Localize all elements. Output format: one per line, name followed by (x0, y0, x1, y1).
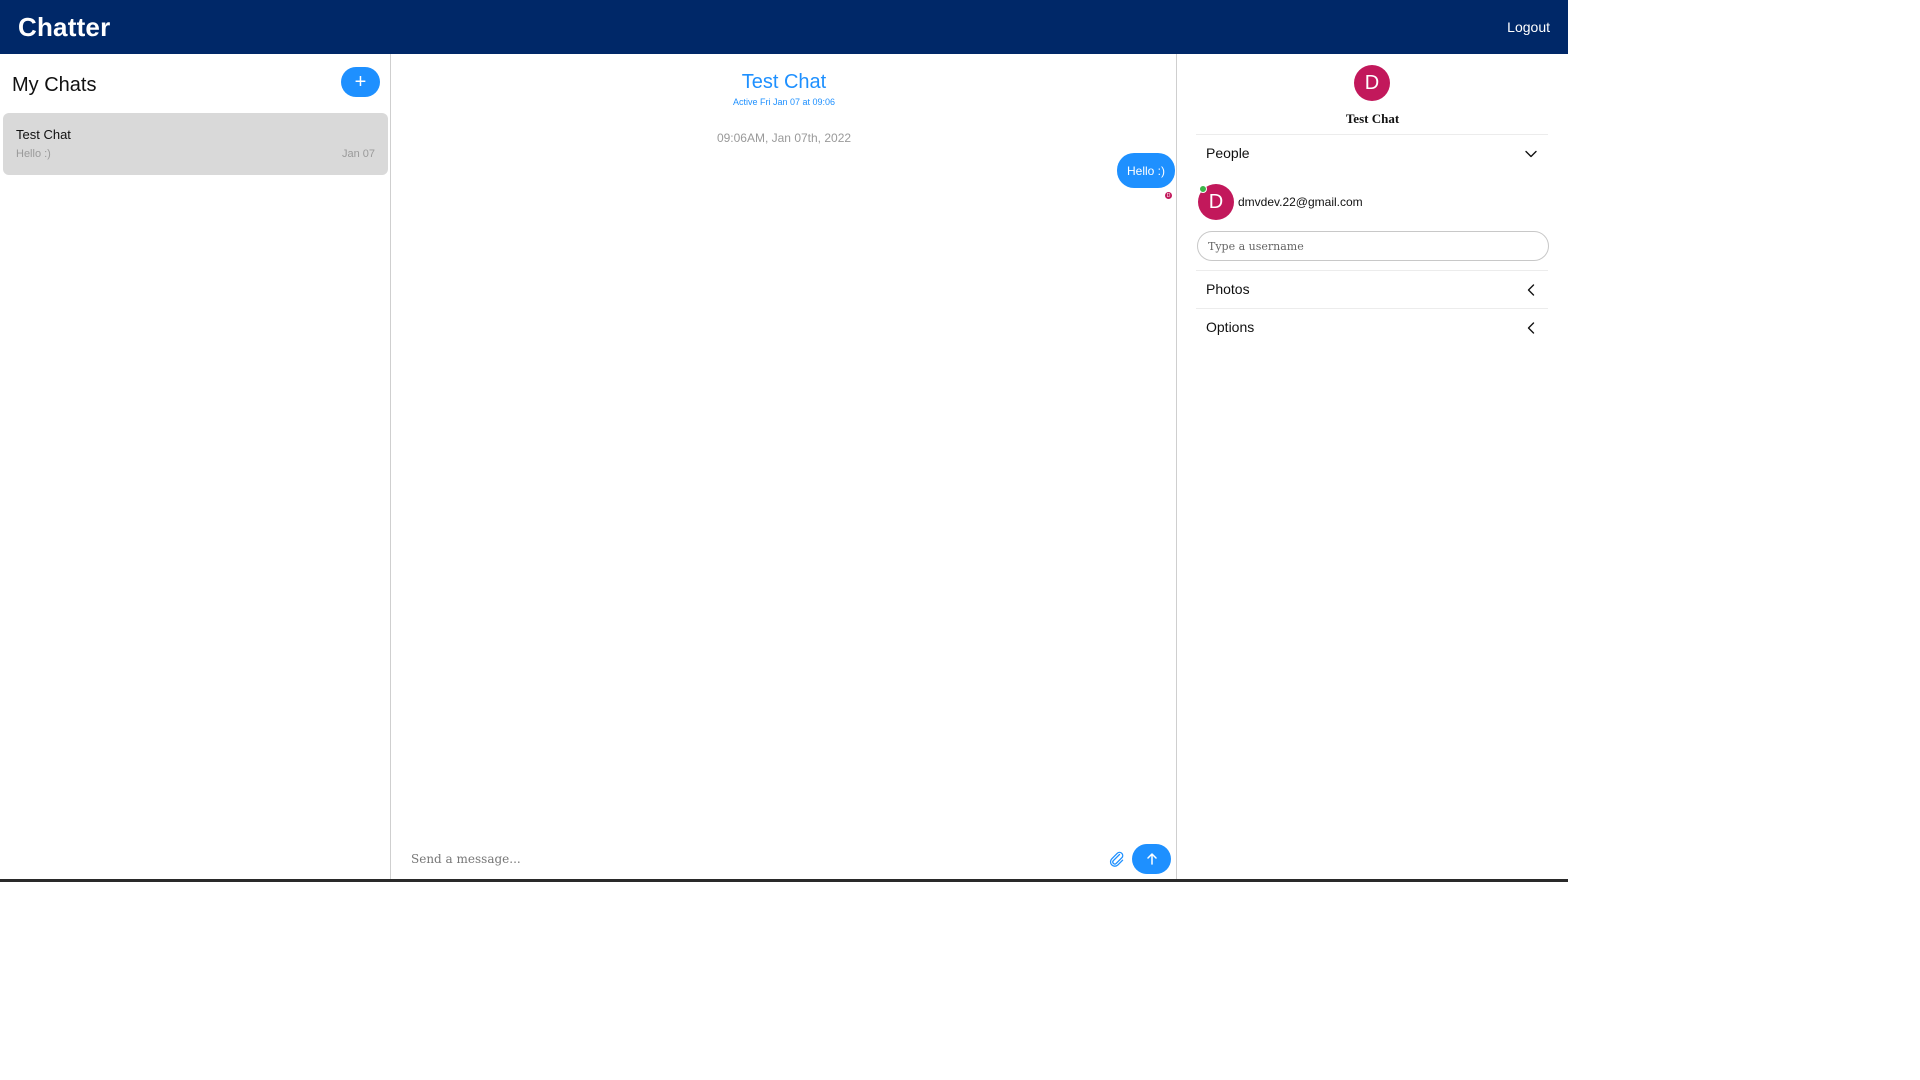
logout-button[interactable]: Logout (1507, 19, 1550, 35)
read-receipt-avatar: D (1164, 191, 1173, 200)
chat-item-preview: Hello :) (16, 148, 51, 160)
paperclip-icon[interactable] (1109, 851, 1125, 867)
window-bottom-edge (0, 879, 1568, 882)
plus-icon: + (354, 71, 367, 93)
app-logo: Chatter (18, 12, 111, 42)
options-section-label: Options (1206, 319, 1255, 335)
conversation-activity: Active Fri Jan 07 at 09:06 (732, 97, 836, 107)
chat-details-panel: D Test Chat People D dmvdev.22@gmail.com… (1177, 54, 1568, 880)
people-section-label: People (1206, 145, 1250, 161)
chat-avatar: D (1354, 65, 1390, 101)
person-email: dmvdev.22@gmail.com (1238, 195, 1363, 209)
people-section-toggle[interactable]: People (1196, 135, 1548, 172)
message-input[interactable] (411, 849, 1091, 869)
top-bar: Chatter Logout (0, 0, 1568, 54)
chat-list-panel: My Chats + Test Chat Hello :) Jan 07 (0, 54, 391, 880)
person-avatar-letter: D (1208, 190, 1224, 213)
chat-details-name: Test Chat (1345, 111, 1400, 126)
read-receipt-letter: D (1166, 192, 1171, 199)
chevron-down-icon (1525, 150, 1537, 158)
chat-list-title: My Chats (12, 74, 97, 96)
message-text: Hello :) (1127, 163, 1166, 178)
arrow-up-icon (1146, 853, 1157, 865)
online-status-dot (1199, 185, 1207, 193)
new-chat-button[interactable]: + (341, 67, 380, 97)
options-section-toggle[interactable]: Options (1196, 309, 1548, 346)
photos-section-label: Photos (1206, 281, 1250, 297)
chat-item-title: Test Chat (16, 127, 71, 142)
chevron-left-icon (1527, 322, 1535, 334)
chat-avatar-letter: D (1364, 71, 1380, 94)
conversation-title: Test Chat (741, 71, 827, 93)
chevron-left-icon (1527, 284, 1535, 296)
photos-section-toggle[interactable]: Photos (1196, 271, 1548, 308)
add-username-input[interactable] (1197, 231, 1549, 261)
message-bubble[interactable]: Hello :) (1117, 153, 1176, 188)
message-timestamp: 09:06AM, Jan 07th, 2022 (716, 131, 852, 145)
person-item[interactable]: D dmvdev.22@gmail.com (1198, 184, 1548, 220)
chat-list-item[interactable]: Test Chat Hello :) Jan 07 (3, 113, 388, 175)
chat-item-date: Jan 07 (341, 148, 375, 160)
conversation-panel: Test Chat Active Fri Jan 07 at 09:06 09:… (391, 54, 1177, 880)
send-button[interactable] (1132, 844, 1171, 874)
